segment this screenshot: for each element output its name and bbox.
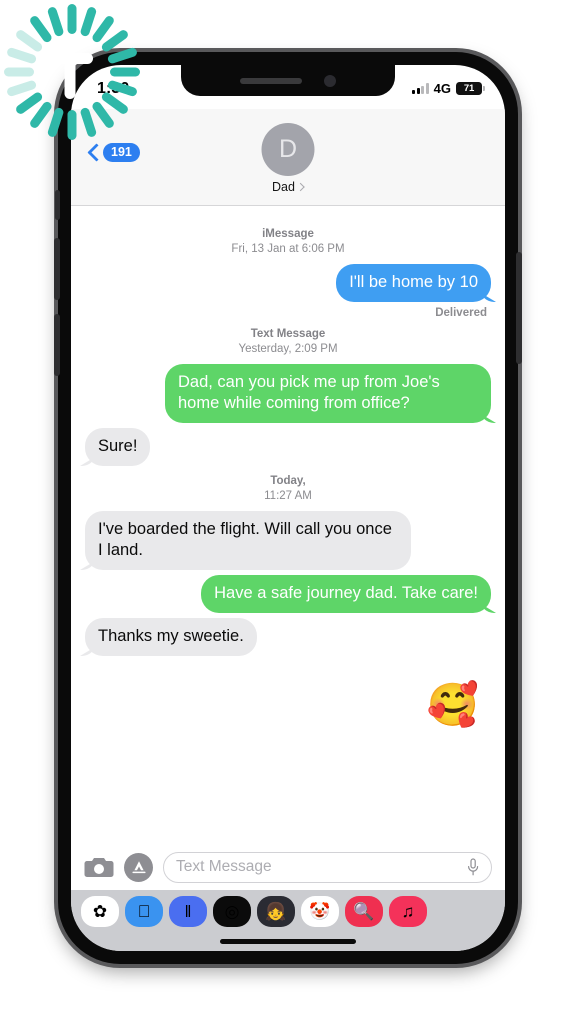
message-timestamp: Text Message Yesterday, 2:09 PM — [85, 327, 491, 357]
message-bubble[interactable]: Thanks my sweetie. — [85, 618, 257, 656]
phone-frame: 1:30 4G 71 191 D Dad iMessage Fri, 13 Ja… — [54, 52, 522, 964]
back-button[interactable]: 191 — [87, 143, 140, 162]
avatar: D — [261, 123, 315, 176]
volume-down-button[interactable] — [54, 314, 60, 376]
starburst-ray — [92, 16, 114, 43]
animoji-icon[interactable]: 🤡 — [301, 896, 339, 927]
starburst-ray — [67, 4, 77, 34]
home-indicator[interactable] — [220, 939, 356, 944]
apple-music-icon[interactable]: ♫ — [389, 896, 427, 927]
photos-app-icon[interactable]: ✿ — [81, 896, 119, 927]
starburst-ray — [16, 30, 43, 52]
battery-icon: 71 — [456, 82, 485, 95]
microphone-icon[interactable] — [467, 857, 479, 877]
starburst-ray — [30, 101, 52, 128]
starburst-ray — [80, 7, 97, 37]
message-thread[interactable]: iMessage Fri, 13 Jan at 6:06 PM I'll be ho… — [71, 205, 505, 844]
timestamp-detail: Fri, 13 Jan at 6:06 PM — [231, 243, 345, 255]
chevron-right-icon — [296, 182, 306, 191]
message-bubble[interactable]: Sure! — [85, 428, 151, 466]
timestamp-label: Today, — [270, 475, 306, 487]
contact-name-row: Dad — [262, 180, 315, 194]
message-row: Thanks my sweetie. — [85, 618, 491, 656]
starburst-ray — [30, 16, 52, 43]
volume-up-button[interactable] — [54, 238, 60, 300]
contact-header[interactable]: D Dad — [261, 123, 315, 194]
message-bubble[interactable]: Have a safe journey dad. Take care! — [201, 575, 491, 613]
chevron-left-icon — [87, 143, 98, 162]
starburst-ray — [7, 47, 37, 64]
timestamp-label: Text Message — [250, 328, 326, 340]
conversation-nav-bar: 191 D Dad — [71, 109, 505, 206]
message-bubble[interactable]: Dad, can you pick me up from Joe's home … — [165, 364, 491, 423]
message-timestamp: Today, 11:27 AM — [85, 474, 491, 504]
message-row: I've boarded the flight. Will call you o… — [85, 511, 491, 570]
image-search-icon[interactable]: 🔍 — [345, 896, 383, 927]
cellular-signal-icon — [412, 83, 429, 94]
network-type-label: 4G — [433, 81, 451, 96]
message-input-bar: Text Message — [71, 844, 505, 890]
phone-screen: 1:30 4G 71 191 D Dad iMessage Fri, 13 Ja… — [71, 65, 505, 951]
timestamp-detail: 11:27 AM — [264, 490, 312, 502]
timestamp-detail: Yesterday, 2:09 PM — [238, 343, 338, 355]
audio-message-icon[interactable]: ‖ — [169, 896, 207, 927]
device-notch — [181, 65, 395, 96]
message-placeholder: Text Message — [176, 858, 272, 875]
message-row: 🥰 — [85, 684, 491, 726]
starburst-ray — [4, 67, 34, 77]
message-timestamp: iMessage Fri, 13 Jan at 6:06 PM — [85, 227, 491, 257]
unread-count-badge: 191 — [103, 143, 140, 162]
emoji-message[interactable]: 🥰 — [427, 684, 479, 726]
earpiece-speaker-icon — [240, 77, 302, 84]
starburst-ray — [101, 30, 128, 52]
status-bar-indicators: 4G 71 — [412, 78, 485, 96]
delivery-status: Delivered — [435, 307, 487, 319]
battery-cap — [483, 86, 485, 91]
app-store-icon[interactable] — [124, 852, 153, 882]
memoji-sticker-icon[interactable]: 👧 — [257, 896, 295, 927]
starburst-ray — [7, 80, 37, 97]
starburst-ray — [16, 92, 43, 114]
timestamp-label: iMessage — [262, 228, 314, 240]
message-bubble[interactable]: I'll be home by 10 — [336, 264, 491, 302]
message-row: Sure! — [85, 428, 491, 466]
message-row: I'll be home by 10 — [85, 264, 491, 302]
front-camera-icon — [324, 74, 336, 87]
app-store-app-icon[interactable]:  — [125, 896, 163, 927]
starburst-ray — [47, 7, 64, 37]
power-button[interactable] — [516, 252, 522, 364]
silent-switch-button[interactable] — [55, 190, 60, 220]
message-row: Have a safe journey dad. Take care! — [85, 575, 491, 613]
battery-percent-label: 71 — [463, 83, 475, 94]
contact-name-label: Dad — [272, 180, 295, 194]
status-bar-time: 1:30 — [97, 79, 130, 97]
activity-rings-icon[interactable]: ◎ — [213, 896, 251, 927]
message-bubble[interactable]: I've boarded the flight. Will call you o… — [85, 511, 411, 570]
message-text-field[interactable]: Text Message — [163, 851, 492, 883]
camera-icon[interactable] — [84, 856, 114, 879]
message-row: Dad, can you pick me up from Joe's home … — [85, 364, 491, 423]
